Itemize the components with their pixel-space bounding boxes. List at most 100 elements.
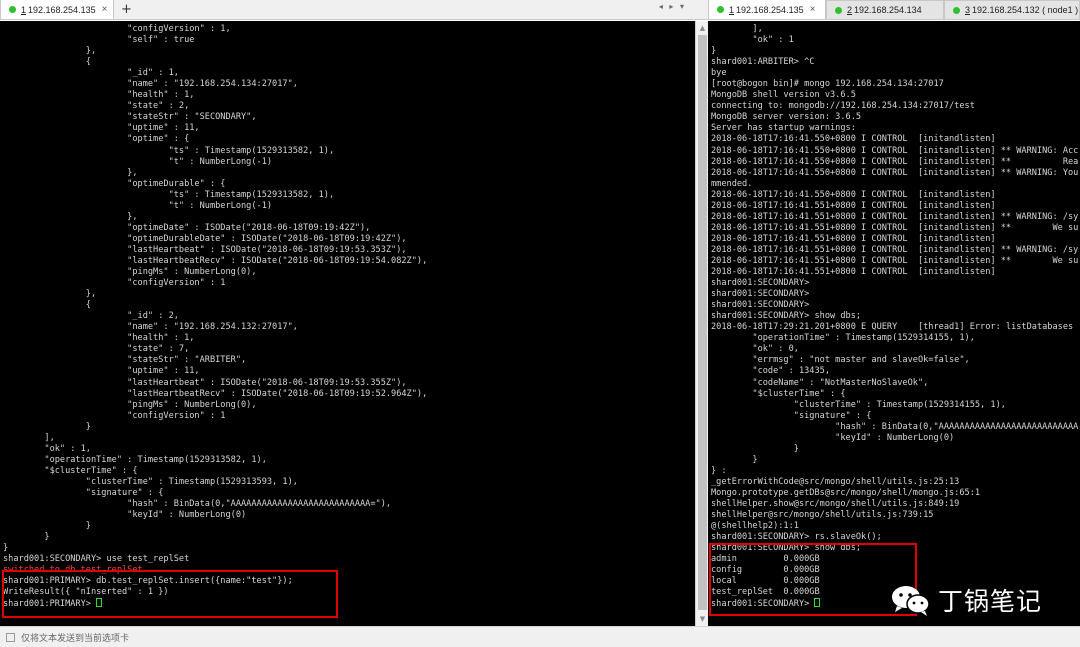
terminal-line: _getErrorWithCode@src/mongo/shell/utils.… bbox=[711, 476, 960, 487]
scroll-up-icon[interactable]: ▲ bbox=[698, 23, 707, 33]
left-terminal-output[interactable]: "configVersion" : 1, "self" : true }, { … bbox=[0, 21, 695, 609]
tab-192-168-254-135-right[interactable]: 1 192.168.254.135 × bbox=[708, 0, 826, 19]
tab-number: 1 bbox=[729, 4, 735, 15]
terminal-line: "code" : 13435, bbox=[711, 366, 830, 377]
tab-label: 192.168.254.135 bbox=[736, 4, 804, 15]
terminal-line: 2018-06-18T17:16:41.551+0800 I CONTROL [… bbox=[711, 244, 1079, 255]
terminal-line: "ts" : Timestamp(1529313582, 1), bbox=[3, 189, 335, 200]
terminal-line: }, bbox=[3, 289, 97, 300]
terminal-line: { bbox=[3, 300, 91, 311]
terminal-line: "configVersion" : 1 bbox=[3, 410, 226, 421]
terminal-line: "health" : 1, bbox=[3, 333, 195, 344]
scrollbar-thumb[interactable] bbox=[698, 35, 707, 610]
left-tab-bar: 1 192.168.254.135 × + ◂ ▸ ▾ bbox=[0, 0, 708, 20]
terminal-line: 2018-06-18T17:16:41.551+0800 I CONTROL [… bbox=[711, 222, 1079, 233]
terminal-line: "_id" : 1, bbox=[3, 68, 179, 79]
terminal-line: bye bbox=[711, 68, 727, 79]
terminal-line: "lastHeartbeat" : ISODate("2018-06-18T09… bbox=[3, 377, 407, 388]
terminal-line: "operationTime" : Timestamp(1529314155, … bbox=[711, 333, 975, 344]
terminal-line: 2018-06-18T17:16:41.551+0800 I CONTROL [… bbox=[711, 255, 1079, 266]
terminal-line: } bbox=[3, 532, 50, 543]
close-tab-icon[interactable]: × bbox=[810, 4, 816, 15]
terminal-line: "clusterTime" : Timestamp(1529314155, 1)… bbox=[711, 399, 1006, 410]
status-bar: 仅将文本发送到当前选项卡 bbox=[0, 626, 1080, 647]
wechat-icon bbox=[892, 586, 930, 616]
terminal-line: "name" : "192.168.254.132:27017", bbox=[3, 322, 298, 333]
terminal-line: "ts" : Timestamp(1529313582, 1), bbox=[3, 145, 335, 156]
right-tab-bar: 1 192.168.254.135 × 2 192.168.254.134 3 … bbox=[708, 0, 1080, 20]
terminal-line: shard001:ARBITER> ^C bbox=[711, 57, 815, 68]
terminal-line: 2018-06-18T17:16:41.551+0800 I CONTROL [… bbox=[711, 233, 996, 244]
terminal-line: "$clusterTime" : { bbox=[3, 465, 138, 476]
terminal-line: "configVersion" : 1 bbox=[3, 278, 226, 289]
terminal-line: 2018-06-18T17:16:41.551+0800 I CONTROL [… bbox=[711, 211, 1079, 222]
terminal-line: } bbox=[3, 543, 9, 554]
connected-status-icon bbox=[835, 6, 842, 14]
terminal-line: "self" : true bbox=[3, 35, 195, 46]
terminal-line: "lastHeartbeat" : ISODate("2018-06-18T09… bbox=[3, 244, 407, 255]
connected-status-icon bbox=[9, 6, 16, 13]
terminal-line: ], bbox=[3, 432, 55, 443]
terminal-line: shellHelper.show@src/mongo/shell/utils.j… bbox=[711, 499, 960, 510]
terminal-line: "name" : "192.168.254.134:27017", bbox=[3, 79, 298, 90]
tab-number: 1 bbox=[21, 4, 27, 15]
terminal-line: 2018-06-18T17:29:21.201+0800 E QUERY [th… bbox=[711, 322, 1074, 333]
terminal-line: "optimeDurableDate" : ISODate("2018-06-1… bbox=[3, 233, 407, 244]
close-tab-icon[interactable]: × bbox=[102, 4, 108, 15]
tab-192-168-254-135-left[interactable]: 1 192.168.254.135 × bbox=[0, 0, 115, 19]
scroll-down-icon[interactable]: ▼ bbox=[698, 614, 707, 624]
terminal-line: } bbox=[711, 443, 799, 454]
tab-label: 192.168.254.134 bbox=[854, 5, 922, 15]
terminal-line: } bbox=[711, 454, 758, 465]
terminal-line: "uptime" : 11, bbox=[3, 366, 200, 377]
terminal-line: "configVersion" : 1, bbox=[3, 24, 231, 34]
tab-number: 2 bbox=[847, 5, 853, 15]
terminal-line: } bbox=[711, 46, 717, 57]
terminal-line: "pingMs" : NumberLong(0), bbox=[3, 399, 257, 410]
terminal-line: }, bbox=[3, 46, 97, 57]
terminal-line: shellHelper@src/mongo/shell/utils.js:739… bbox=[711, 510, 934, 521]
highlight-box-insert bbox=[2, 570, 338, 618]
terminal-line: "lastHeartbeatRecv" : ISODate("2018-06-1… bbox=[3, 255, 428, 266]
terminal-line: "stateStr" : "ARBITER", bbox=[3, 355, 247, 366]
terminal-line: 2018-06-18T17:16:41.550+0800 I CONTROL [… bbox=[711, 145, 1079, 156]
connected-status-icon bbox=[953, 6, 960, 14]
terminal-line: 2018-06-18T17:16:41.550+0800 I CONTROL [… bbox=[711, 167, 1079, 178]
tab-192-168-254-132-node1[interactable]: 3 192.168.254.132 ( node1 ) bbox=[944, 0, 1080, 19]
terminal-line: }, bbox=[3, 211, 138, 222]
terminal-line: "keyId" : NumberLong(0) bbox=[3, 510, 247, 521]
highlight-box-show-dbs bbox=[709, 543, 917, 616]
terminal-line: }, bbox=[3, 167, 138, 178]
terminal-line: "state" : 7, bbox=[3, 344, 190, 355]
left-terminal[interactable]: "configVersion" : 1, "self" : true }, { … bbox=[0, 21, 695, 626]
terminal-line: "signature" : { bbox=[711, 410, 872, 421]
terminal-line: shard001:SECONDARY> bbox=[711, 278, 810, 289]
connected-status-icon bbox=[717, 6, 724, 13]
terminal-line: } : bbox=[711, 465, 727, 476]
terminal-line: "codeName" : "NotMasterNoSlaveOk", bbox=[711, 377, 929, 388]
send-text-checkbox[interactable] bbox=[6, 632, 15, 642]
tab-192-168-254-134[interactable]: 2 192.168.254.134 bbox=[826, 0, 944, 19]
terminal-line: "uptime" : 11, bbox=[3, 123, 200, 134]
right-terminal-output[interactable]: ], "ok" : 1} shard001:ARBITER> ^C bye [root… bbox=[708, 21, 1080, 609]
terminal-line: "ok" : 0, bbox=[711, 344, 799, 355]
tab-number: 3 bbox=[965, 5, 971, 15]
terminal-line: "signature" : { bbox=[3, 487, 164, 498]
terminal-line: 2018-06-18T17:16:41.551+0800 I CONTROL [… bbox=[711, 267, 996, 278]
new-tab-button[interactable]: + bbox=[118, 1, 134, 17]
right-terminal[interactable]: ], "ok" : 1} shard001:ARBITER> ^C bye [root… bbox=[708, 21, 1080, 626]
left-terminal-scrollbar[interactable]: ▲ ▼ bbox=[695, 21, 708, 626]
terminal-line: shard001:SECONDARY> use test_replSet bbox=[3, 554, 190, 565]
terminal-line: "errmsg" : "not master and slaveOk=false… bbox=[711, 355, 970, 366]
terminal-line: "operationTime" : Timestamp(1529313582, … bbox=[3, 454, 267, 465]
terminal-line: { bbox=[3, 57, 91, 68]
terminal-line: "pingMs" : NumberLong(0), bbox=[3, 267, 257, 278]
terminal-line: connecting to: mongodb://192.168.254.134… bbox=[711, 101, 975, 112]
watermark-text: 丁锅笔记 bbox=[938, 587, 1043, 616]
terminal-line: } bbox=[3, 521, 91, 532]
tab-scroll-arrows-icon[interactable]: ◂ ▸ ▾ bbox=[659, 2, 686, 11]
terminal-line: [root@bogon bin]# mongo 192.168.254.134:… bbox=[711, 79, 944, 90]
terminal-line: 2018-06-18T17:16:41.551+0800 I CONTROL [… bbox=[711, 200, 996, 211]
terminal-line: "hash" : BinData(0,"AAAAAAAAAAAAAAAAAAAA… bbox=[711, 421, 1079, 432]
terminal-line: "clusterTime" : Timestamp(1529313593, 1)… bbox=[3, 476, 298, 487]
